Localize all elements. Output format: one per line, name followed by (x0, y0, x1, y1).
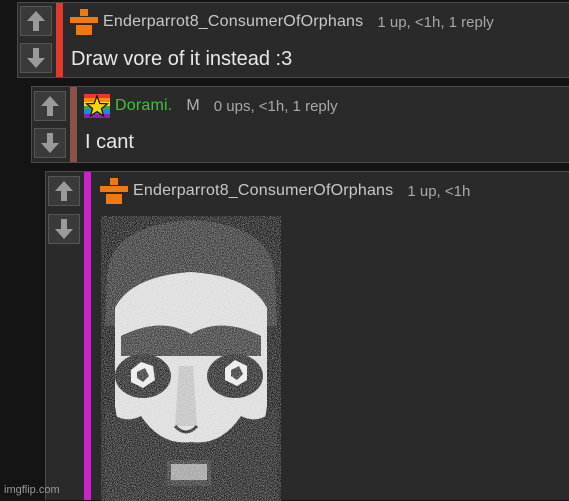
thread-bar (70, 87, 77, 162)
comment-meta: 1 up, <1h, 1 reply (377, 13, 494, 31)
downvote-button[interactable] (20, 43, 52, 73)
moderator-badge: M (186, 97, 200, 114)
arrow-down-icon (27, 48, 45, 68)
orange-user-badge-icon (69, 9, 99, 35)
comment-body: Dorami. M 0 ups, <1h, 1 reply I cant (77, 87, 569, 162)
upvote-button[interactable] (34, 91, 66, 121)
comment-text: I cant (85, 131, 134, 153)
username-link[interactable]: Enderparrot8_ConsumerOfOrphans (133, 182, 393, 200)
rainbow-star-badge-icon (83, 93, 111, 119)
arrow-down-icon (41, 133, 59, 153)
comment-header: Enderparrot8_ConsumerOfOrphans 1 up, <1h… (69, 9, 494, 35)
username-link[interactable]: Dorami. (115, 97, 172, 115)
comment-header: Enderparrot8_ConsumerOfOrphans 1 up, <1h (99, 178, 470, 204)
vote-column (32, 87, 68, 162)
username-link[interactable]: Enderparrot8_ConsumerOfOrphans (103, 13, 363, 31)
upvote-button[interactable] (20, 6, 52, 36)
arrow-up-icon (41, 96, 59, 116)
watermark-text: imgflip.com (4, 484, 60, 496)
vote-column (46, 172, 82, 500)
comment-3: Enderparrot8_ConsumerOfOrphans 1 up, <1h (45, 171, 569, 501)
downvote-button[interactable] (34, 128, 66, 158)
comment-1: Enderparrot8_ConsumerOfOrphans 1 up, <1h… (17, 2, 569, 78)
arrow-up-icon (55, 181, 73, 201)
thread-bar (56, 3, 63, 77)
orange-user-badge-icon (99, 178, 129, 204)
comment-meta: 1 up, <1h (407, 182, 471, 200)
comment-body: Enderparrot8_ConsumerOfOrphans 1 up, <1h (91, 172, 569, 501)
comment-header: Dorami. M 0 ups, <1h, 1 reply (83, 93, 338, 119)
comment-2: Dorami. M 0 ups, <1h, 1 reply I cant (31, 86, 569, 163)
arrow-up-icon (27, 11, 45, 31)
upvote-button[interactable] (48, 176, 80, 206)
vote-column (18, 3, 54, 77)
comment-body: Enderparrot8_ConsumerOfOrphans 1 up, <1h… (63, 3, 569, 77)
thread-bar (84, 172, 91, 500)
comment-text: Draw vore of it instead :3 (71, 48, 293, 70)
arrow-down-icon (55, 219, 73, 239)
grainy-face-image[interactable] (101, 216, 281, 501)
comment-meta: 0 ups, <1h, 1 reply (213, 97, 338, 115)
downvote-button[interactable] (48, 214, 80, 244)
